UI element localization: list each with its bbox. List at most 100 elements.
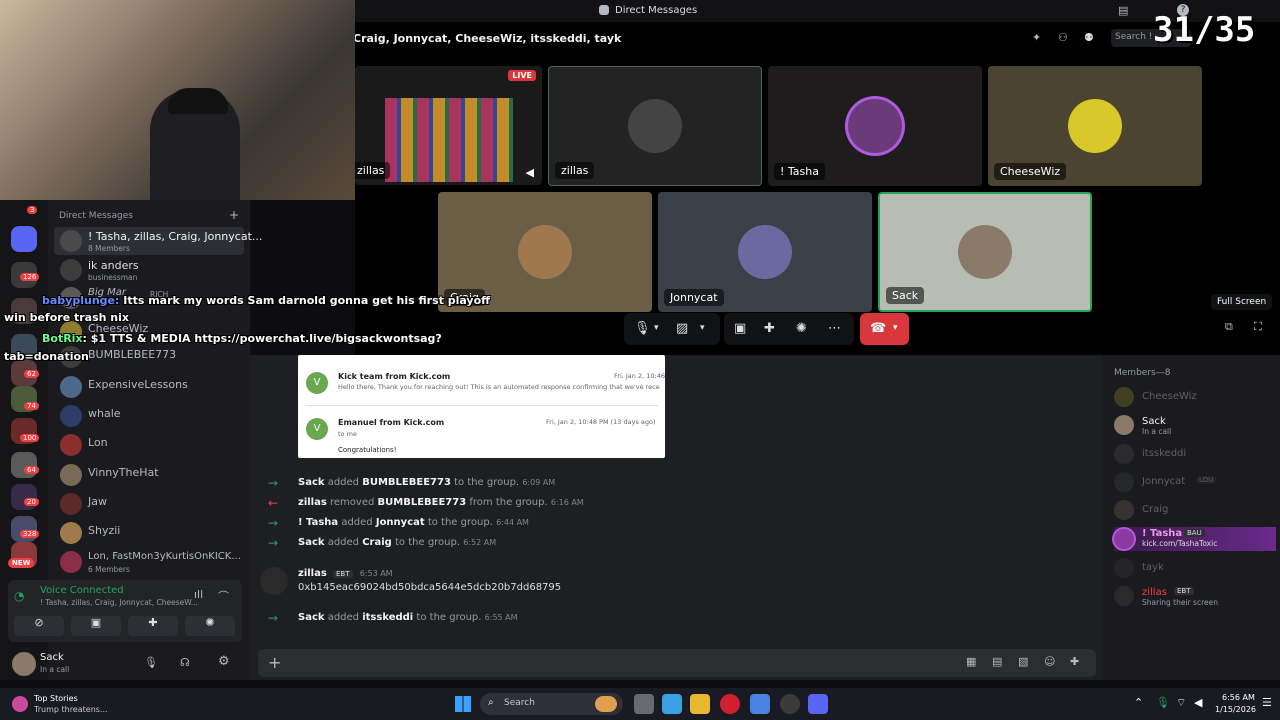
member-status: In a call [1142,427,1172,436]
video-tile-zillas[interactable]: zillas [548,66,762,186]
server-icon[interactable] [11,516,37,542]
dm-item[interactable]: Shyzii [54,519,244,547]
gift-icon[interactable]: ▦ [966,655,976,668]
video-tile-cheesewiz[interactable]: CheeseWiz [988,66,1202,186]
actor[interactable]: ! Tasha [298,517,338,528]
clock-date[interactable]: 1/15/2026 [1215,705,1256,714]
gif-icon[interactable]: ▤ [992,655,1002,668]
dm-item[interactable]: Lon [54,431,244,459]
app-icon[interactable] [780,694,800,714]
member-item[interactable]: Sack In a call [1114,415,1274,436]
target[interactable]: BUMBLEBEE773 [378,497,467,508]
file-explorer-icon[interactable] [690,694,710,714]
dm-item[interactable]: VinnyTheHat [54,461,244,489]
inbox-icon[interactable]: ▤ [1118,4,1128,17]
mic-tray-icon[interactable]: 🎙 [1156,696,1170,709]
mic-icon[interactable]: 🎙 [144,656,158,669]
actor[interactable]: zillas [298,497,327,508]
camera-off-icon[interactable]: ▨ [676,321,688,336]
target[interactable]: BUMBLEBEE773 [362,477,451,488]
member-item[interactable]: Craig [1114,500,1274,520]
chevron-down-icon[interactable]: ▾ [700,323,705,333]
chevron-down-icon[interactable]: ▾ [654,323,659,333]
video-tile-sack[interactable]: Sack [878,192,1092,312]
message-input[interactable]: + ▦ ▤ ▧ ☺ ✚ [258,649,1096,677]
clock-time[interactable]: 6:56 AM [1222,693,1255,702]
member-item[interactable]: tayk [1114,558,1274,578]
news-icon[interactable] [12,696,28,712]
soundboard-button[interactable]: ✺ [185,616,235,636]
task-view-icon[interactable] [634,694,654,714]
disconnect-icon[interactable]: ⌒ [218,588,229,604]
activities-icon[interactable]: ✚ [764,321,775,336]
server-icon[interactable] [11,452,37,478]
dm-item[interactable]: ik anders businessman [54,256,244,284]
emoji-icon[interactable]: ☺ [1044,655,1055,668]
news-title[interactable]: Top Stories [34,694,78,703]
actor[interactable]: Sack [298,477,325,488]
target[interactable]: itsskeddi [362,612,413,623]
screenshare-icon[interactable]: ▣ [734,321,746,336]
headphones-icon[interactable]: ☊ [180,656,190,669]
settings-icon[interactable]: ⚙ [218,654,230,669]
taskbar-search[interactable]: ⌕ Search [480,693,623,715]
target[interactable]: Craig [362,537,392,548]
add-friend-icon[interactable]: ⚇ [1058,31,1068,44]
dm-item[interactable]: Lon, FastMon3yKurtisOnKICK... 6 Members [54,548,244,576]
member-item[interactable]: zillas EBT Sharing their screen [1114,586,1274,607]
dm-home-icon[interactable] [11,226,37,252]
stream-chat-line: tab=donation [4,350,89,363]
more-icon[interactable]: ⋯ [828,321,841,336]
popout-icon[interactable]: ⧉ [1225,320,1233,334]
chevron-up-icon[interactable]: ⌃ [1134,696,1143,709]
windows-start-icon[interactable] [455,696,471,712]
activity-button[interactable]: ✚ [128,616,178,636]
store-icon[interactable] [750,694,770,714]
dm-item[interactable]: ExpensiveLessons [54,373,244,401]
member-item[interactable]: Jonnycat LOU [1114,472,1274,492]
dm-item[interactable]: Jaw [54,490,244,518]
actor[interactable]: Sack [298,537,325,548]
video-tile-jonnycat[interactable]: Jonnycat [658,192,872,312]
timestamp: 6:09 AM [522,478,556,487]
noise-icon[interactable]: ıll [194,588,203,601]
avatar [1114,500,1134,520]
muted-speaker-icon[interactable]: ◀ [526,166,534,179]
add-dm-button[interactable]: + [229,208,239,222]
volume-icon[interactable]: ◀ [1194,696,1202,709]
copilot-icon[interactable] [662,694,682,714]
members-icon[interactable]: ⚉ [1084,31,1094,44]
actor[interactable]: Sack [298,612,325,623]
microphone-icon[interactable]: 🎙 [634,321,651,336]
notification-icon[interactable]: ☰ [1262,696,1272,709]
screenshare-tile[interactable]: LIVE zillas ◀ [355,66,542,185]
dm-item[interactable]: whale [54,402,244,430]
avatar[interactable] [12,652,36,676]
author[interactable]: zillas [298,568,327,579]
avatar[interactable] [260,567,288,595]
fullscreen-icon[interactable]: ⛶ [1254,320,1262,334]
screen-button[interactable]: ▣ [71,616,121,636]
member-item[interactable]: ! Tasha BAU kick.com/TashaToxic [1114,527,1276,551]
voice-status[interactable]: Voice Connected [40,585,124,596]
arrow-icon: → [268,516,279,530]
member-item[interactable]: itsskeddi [1114,444,1274,464]
server-icon[interactable] [11,484,37,510]
sticker-icon[interactable]: ▧ [1018,655,1028,668]
dm-item[interactable]: ! Tasha, zillas, Craig, Jonnycat... 8 Me… [54,227,262,255]
email-from: Emanuel from Kick.com [338,418,445,427]
target[interactable]: Jonnycat [376,517,425,528]
apps-icon[interactable]: ✚ [1070,655,1079,668]
video-button[interactable]: ⊘ [14,616,64,636]
opera-icon[interactable] [720,694,740,714]
chevron-down-icon[interactable]: ▾ [893,323,898,333]
attach-icon[interactable]: + [268,653,281,672]
wifi-icon[interactable]: ⌔ [1176,696,1186,710]
email-screenshot[interactable]: V Kick team from Kick.com Fri, Jan 2, 10… [298,355,665,458]
discord-icon[interactable] [808,694,828,714]
disconnect-button[interactable]: ☎ ▾ [860,313,909,345]
soundboard-icon[interactable]: ✺ [796,321,807,336]
pin-icon[interactable]: ✦ [1032,31,1041,44]
video-tile-tasha[interactable]: ! Tasha [768,66,982,186]
member-item[interactable]: CheeseWiz [1114,387,1274,407]
